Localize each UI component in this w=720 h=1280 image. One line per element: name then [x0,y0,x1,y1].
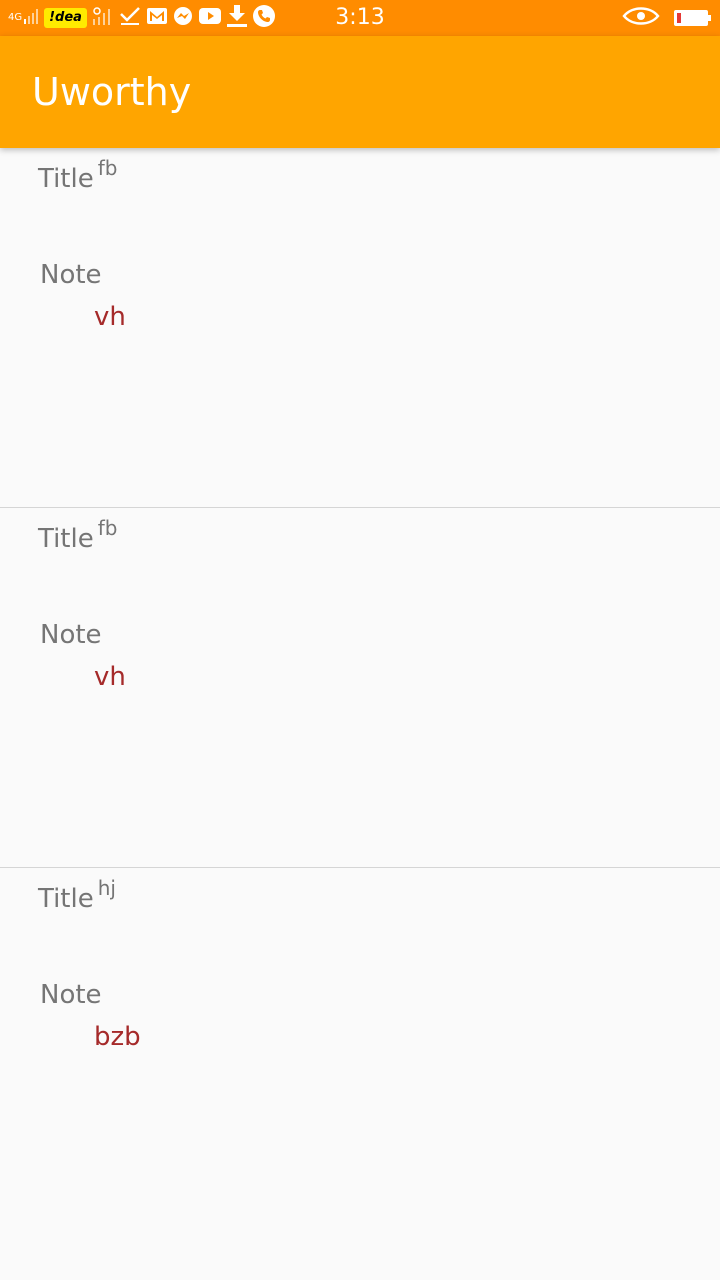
title-row: Title fb [38,156,117,194]
note-label: Note [40,620,102,650]
battery-icon [674,10,711,26]
title-value: fb [97,156,118,180]
notes-list: Title fb Note vh Title fb Note vh Title hj … [0,148,720,1227]
note-label: Note [40,260,102,290]
note-card[interactable]: Title hj Note bzb [0,868,720,1227]
eye-icon [622,6,660,30]
title-label: Title [38,524,94,554]
app-bar: Uworthy [0,36,720,148]
status-bar-right [608,6,711,30]
note-card[interactable]: Title fb Note vh [0,148,720,508]
note-card[interactable]: Title fb Note vh [0,508,720,868]
battery-level [677,13,681,23]
title-value: fb [97,516,118,540]
note-value: vh [94,302,126,332]
title-label: Title [38,164,94,194]
note-value: vh [94,662,126,692]
battery-tip [708,15,711,21]
status-bar: 4G !dea 3:13 [0,0,720,36]
title-value: hj [97,876,116,900]
title-row: Title fb [38,516,117,554]
note-value: bzb [94,1022,141,1052]
title-row: Title hj [38,876,116,914]
note-label: Note [40,980,102,1010]
title-label: Title [38,884,94,914]
app-title: Uworthy [32,70,192,114]
